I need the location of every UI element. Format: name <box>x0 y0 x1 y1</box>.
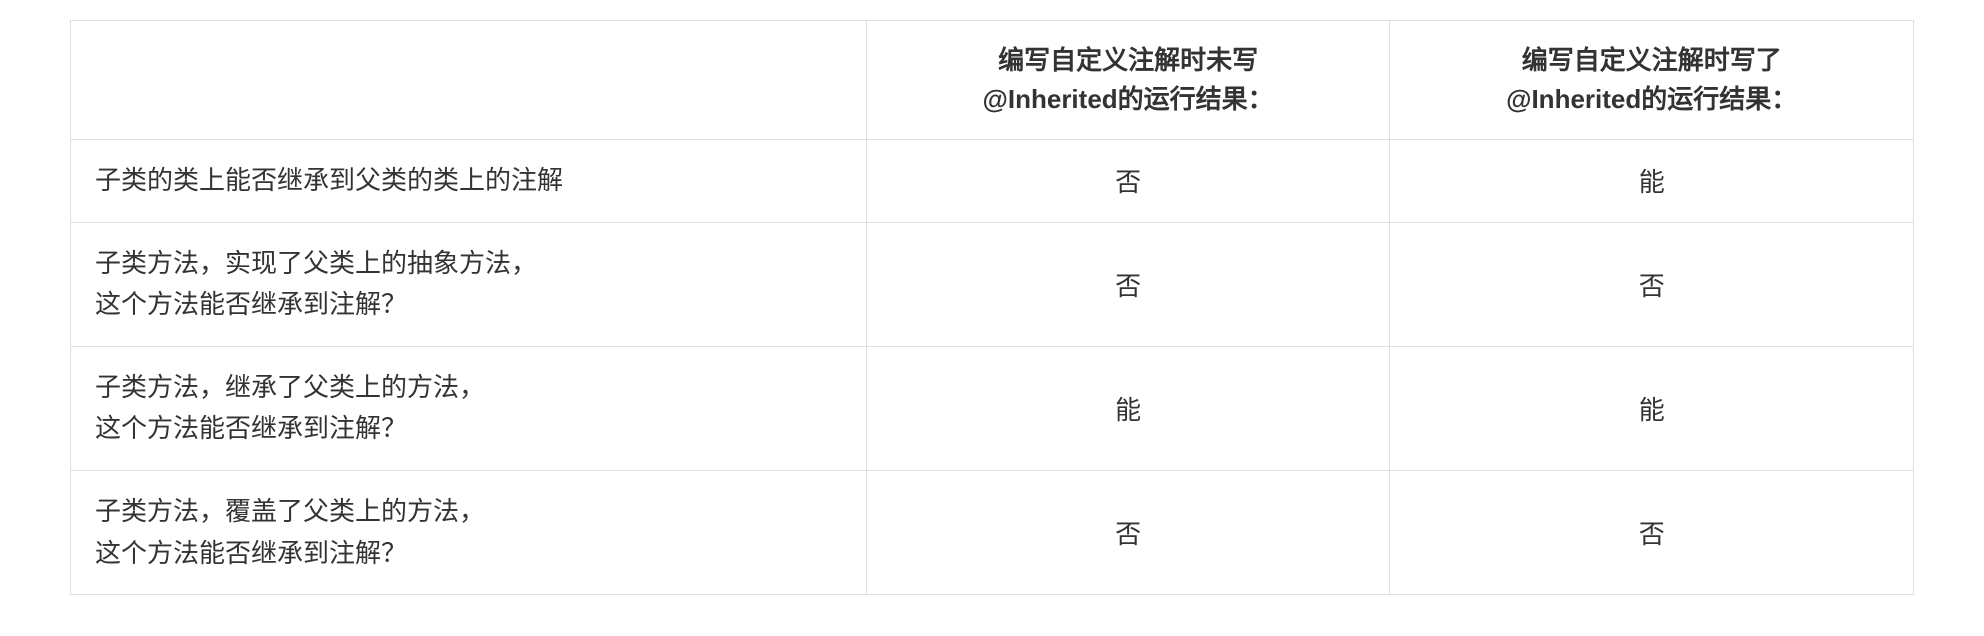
row-0-col2: 能 <box>1390 140 1914 223</box>
row-0-label: 子类的类上能否继承到父类的类上的注解 <box>71 140 867 223</box>
header-col-1-line2: @Inherited的运行结果： <box>891 80 1366 119</box>
table-row: 子类的类上能否继承到父类的类上的注解 否 能 <box>71 140 1914 223</box>
row-2-label-line2: 这个方法能否继承到注解？ <box>95 408 842 450</box>
row-2-col2: 能 <box>1390 346 1914 470</box>
inherited-annotation-table: 编写自定义注解时未写 @Inherited的运行结果： 编写自定义注解时写了 @… <box>70 20 1914 595</box>
row-1-label-line1: 子类方法，实现了父类上的抽象方法， <box>95 243 842 285</box>
row-1-col1: 否 <box>866 222 1390 346</box>
header-col-2: 编写自定义注解时写了 @Inherited的运行结果： <box>1390 21 1914 140</box>
row-2-label-line1: 子类方法，继承了父类上的方法， <box>95 367 842 409</box>
header-col-2-line2: @Inherited的运行结果： <box>1414 80 1889 119</box>
row-1-col2: 否 <box>1390 222 1914 346</box>
table-row: 子类方法，覆盖了父类上的方法， 这个方法能否继承到注解？ 否 否 <box>71 470 1914 594</box>
header-col-1: 编写自定义注解时未写 @Inherited的运行结果： <box>866 21 1390 140</box>
table-row: 子类方法，实现了父类上的抽象方法， 这个方法能否继承到注解？ 否 否 <box>71 222 1914 346</box>
row-3-label-line1: 子类方法，覆盖了父类上的方法， <box>95 491 842 533</box>
row-0-label-line1: 子类的类上能否继承到父类的类上的注解 <box>95 160 842 202</box>
header-col-2-line1: 编写自定义注解时写了 <box>1414 41 1889 80</box>
table-row: 子类方法，继承了父类上的方法， 这个方法能否继承到注解？ 能 能 <box>71 346 1914 470</box>
table-header-row: 编写自定义注解时未写 @Inherited的运行结果： 编写自定义注解时写了 @… <box>71 21 1914 140</box>
row-2-label: 子类方法，继承了父类上的方法， 这个方法能否继承到注解？ <box>71 346 867 470</box>
row-1-label-line2: 这个方法能否继承到注解？ <box>95 284 842 326</box>
row-0-col1: 否 <box>866 140 1390 223</box>
row-1-label: 子类方法，实现了父类上的抽象方法， 这个方法能否继承到注解？ <box>71 222 867 346</box>
row-3-col2: 否 <box>1390 470 1914 594</box>
row-2-col1: 能 <box>866 346 1390 470</box>
header-col-1-line1: 编写自定义注解时未写 <box>891 41 1366 80</box>
row-3-label: 子类方法，覆盖了父类上的方法， 这个方法能否继承到注解？ <box>71 470 867 594</box>
row-3-col1: 否 <box>866 470 1390 594</box>
header-col-0 <box>71 21 867 140</box>
row-3-label-line2: 这个方法能否继承到注解？ <box>95 533 842 575</box>
